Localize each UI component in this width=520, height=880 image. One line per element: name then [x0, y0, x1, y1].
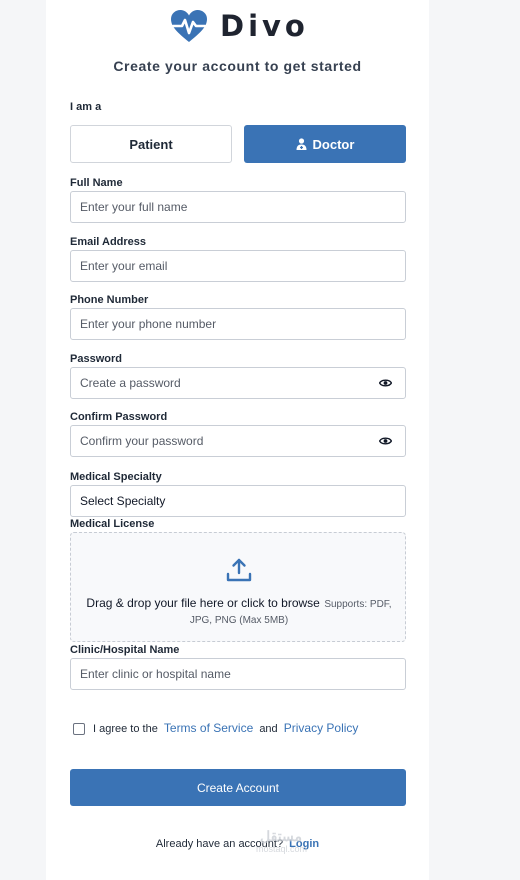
login-prompt: Already have an account? Login — [46, 838, 429, 850]
heart-pulse-icon — [171, 10, 207, 42]
clinic-label: Clinic/Hospital Name — [70, 644, 180, 656]
full-name-input[interactable] — [70, 191, 406, 223]
license-label: Medical License — [70, 518, 155, 530]
role-patient-button[interactable]: Patient — [70, 125, 232, 163]
login-link[interactable]: Login — [289, 838, 319, 850]
full-name-label: Full Name — [70, 177, 123, 189]
dropzone-main-text: Drag & drop your file here or click to b… — [86, 596, 320, 610]
upload-icon — [226, 558, 252, 582]
agree-conjunction: and — [259, 723, 278, 735]
role-label: I am a — [70, 101, 102, 113]
create-account-button[interactable]: Create Account — [70, 769, 406, 806]
brand-logo: Divo — [170, 8, 309, 44]
role-doctor-label: Doctor — [312, 136, 355, 152]
confirm-password-input[interactable] — [70, 425, 406, 457]
specialty-select-value: Select Specialty — [80, 494, 166, 508]
email-label: Email Address — [70, 236, 147, 248]
agree-prefix: I agree to the — [93, 723, 158, 735]
page-subtitle: Create your account to get started — [113, 58, 362, 74]
terms-of-service-link[interactable]: Terms of Service — [164, 721, 253, 735]
role-doctor-button[interactable]: Doctor — [244, 125, 406, 163]
terms-agreement: I agree to the Terms of Service and Priv… — [93, 721, 361, 735]
eye-icon[interactable] — [379, 378, 392, 388]
email-input[interactable] — [70, 250, 406, 282]
brand-name: Divo — [220, 9, 309, 43]
phone-label: Phone Number — [70, 294, 149, 306]
specialty-select[interactable]: Select Specialty — [70, 485, 406, 517]
login-prompt-text: Already have an account? — [155, 838, 284, 850]
privacy-policy-link[interactable]: Privacy Policy — [284, 721, 359, 735]
phone-input[interactable] — [70, 308, 406, 340]
confirm-password-label: Confirm Password — [70, 411, 168, 423]
password-input[interactable] — [70, 367, 406, 399]
doctor-icon — [296, 138, 307, 150]
terms-checkbox[interactable] — [73, 723, 85, 735]
clinic-input[interactable] — [70, 658, 406, 690]
create-account-label: Create Account — [196, 780, 280, 795]
role-patient-label: Patient — [129, 136, 173, 152]
eye-icon[interactable] — [379, 436, 392, 446]
dropzone-text: Drag & drop your file here or click to b… — [81, 596, 397, 628]
password-label: Password — [70, 353, 122, 365]
signup-card: Divo Create your account to get started … — [46, 0, 429, 880]
license-dropzone[interactable]: Drag & drop your file here or click to b… — [70, 532, 406, 642]
specialty-label: Medical Specialty — [70, 471, 162, 483]
